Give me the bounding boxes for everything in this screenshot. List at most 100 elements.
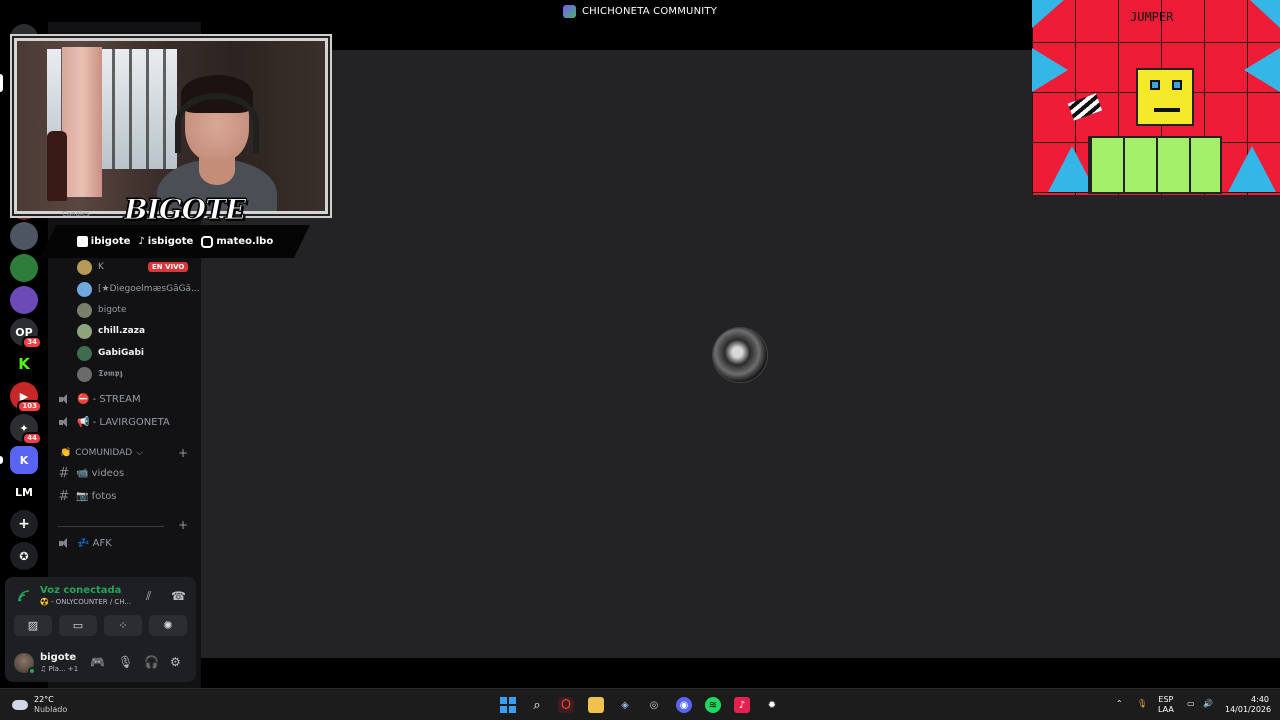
spotify-icon[interactable]: ≋ <box>705 697 721 713</box>
voice-channel-path[interactable]: ☢️ - ONLYCOUNTER / CH... <box>40 598 131 606</box>
server-icon-game[interactable]: ✦ 44 <box>10 414 42 445</box>
social-instagram: mateo.lbo <box>201 235 274 248</box>
webcam-curtain <box>62 47 102 197</box>
hash-icon: # <box>58 489 70 504</box>
social-kick: ibigote <box>76 236 131 247</box>
add-channel-icon[interactable]: + <box>178 446 188 460</box>
activities-button[interactable]: ⁘ <box>104 615 142 636</box>
tiktok-live-icon[interactable]: ♪ <box>734 697 750 713</box>
discover-icon[interactable]: ✪ <box>10 542 38 570</box>
camera-button[interactable]: ▨ <box>14 615 52 636</box>
user-name: GabiGabi <box>98 348 144 358</box>
kick-icon <box>76 236 88 247</box>
spike-icon <box>1032 48 1068 92</box>
server-icon-6[interactable] <box>10 222 38 250</box>
microphone-icon[interactable]: 🎙 <box>118 655 133 669</box>
input-language[interactable]: ESP LAA <box>1158 695 1174 715</box>
social-handle: mateo.lbo <box>216 236 274 247</box>
opera-gx-icon[interactable]: O <box>558 697 574 713</box>
weather-widget[interactable]: 22°C Nublado <box>12 695 67 715</box>
kick-server-icon[interactable]: K <box>10 350 38 378</box>
voice-user[interactable]: chill.zaza <box>77 322 145 340</box>
user-name: [★DiegoelmæsGãGã... <box>98 284 200 294</box>
game-title: JUMPER <box>1130 10 1174 24</box>
soundboard-button[interactable]: ✺ <box>149 615 187 636</box>
windows-start-icon[interactable] <box>500 697 516 713</box>
signal-icon[interactable] <box>17 589 31 603</box>
channels-label: Canales <box>62 210 90 218</box>
voice-user[interactable]: [★DiegoelmæsGãGã... <box>77 280 200 298</box>
system-clock[interactable]: 4:40 14/01/2026 <box>1225 695 1271 715</box>
webcam-overlay <box>14 38 328 214</box>
disconnect-icon[interactable]: ☎ <box>171 589 186 603</box>
screen-share-button[interactable]: ▭ <box>59 615 97 636</box>
user-name: 𝕿𝖔𝖒𝖕𝖟 <box>98 369 123 379</box>
server-icon-red[interactable]: ▶ 103 <box>10 382 42 413</box>
stream-logo: BIGOTE <box>123 193 246 227</box>
voice-connection-panel: Voz conectada ☢️ - ONLYCOUNTER / CH... ⫽… <box>5 577 196 682</box>
tray-overflow-icon[interactable]: ⌃ <box>1116 699 1123 709</box>
microphone-in-use-icon[interactable]: 🎙 <box>1137 699 1147 709</box>
voice-user[interactable]: bigote <box>77 301 127 319</box>
user-name: bigote <box>98 305 127 315</box>
server-icon-8[interactable] <box>10 286 38 314</box>
text-channel-videos[interactable]: # 📹 videos <box>58 466 125 481</box>
screen: CHICHONETA COMMUNITY ◆ OP 34 K ▶ 103 ✦ 4… <box>0 0 1280 720</box>
green-platform <box>1088 136 1222 194</box>
noise-suppression-icon[interactable]: ⫽ <box>146 589 151 604</box>
clock-time: 4:40 <box>1251 695 1269 704</box>
social-handles-bar: ibigote ♪ isbigote mateo.lbo <box>40 225 310 258</box>
search-icon[interactable]: ⌕ <box>529 697 545 713</box>
social-handle: isbigote <box>147 236 194 247</box>
player-eye <box>1150 80 1160 90</box>
voice-user[interactable]: K <box>77 258 104 276</box>
active-server-pill <box>0 74 3 92</box>
steam-icon[interactable]: ◈ <box>617 697 633 713</box>
speaker-icon <box>58 538 71 549</box>
user-name: chill.zaza <box>98 326 146 336</box>
add-server-icon[interactable]: + <box>10 510 38 538</box>
category-divider <box>58 526 164 527</box>
add-channel-icon[interactable]: + <box>178 518 188 532</box>
user-activity: ♫ Pla... +1 <box>40 665 79 673</box>
gamepad-icon[interactable]: 🎮 <box>90 655 105 669</box>
file-explorer-icon[interactable] <box>588 697 604 713</box>
unread-pill <box>0 456 3 464</box>
user-name[interactable]: bigote <box>40 652 76 663</box>
user-avatar <box>77 323 92 339</box>
headset-icon <box>175 93 259 153</box>
temperature: 22°C <box>34 695 54 704</box>
voice-channel-lavirgoneta[interactable]: 📢 - LAVIRGONETA <box>58 417 170 428</box>
server-icon-k[interactable]: K <box>10 446 38 474</box>
headphones-icon[interactable]: 🎧 <box>144 655 159 669</box>
voice-status-title[interactable]: Voz conectada <box>40 585 121 596</box>
volume-icon[interactable]: 🔊 <box>1203 699 1213 709</box>
server-icon-op[interactable]: OP 34 <box>10 318 42 349</box>
text-channel-fotos[interactable]: # 📷 fotos <box>58 489 117 504</box>
obs-icon[interactable]: ◎ <box>646 697 662 713</box>
settings-gear-icon[interactable]: ⚙ <box>170 655 181 669</box>
window-title: CHICHONETA COMMUNITY <box>581 5 718 17</box>
server-icon-7[interactable] <box>10 254 38 282</box>
voice-user[interactable]: GabiGabi <box>77 344 144 362</box>
channel-name: 📹 videos <box>76 468 125 479</box>
player-mouth <box>1154 108 1180 112</box>
user-name: K <box>98 262 104 272</box>
social-handle: ibigote <box>90 236 131 247</box>
server-icon-lm[interactable]: LM <box>10 478 38 506</box>
category-comunidad[interactable]: 👏 COMUNIDAD ⌵ <box>60 448 143 458</box>
mention-badge: 103 <box>17 400 42 413</box>
participant-avatar[interactable] <box>713 328 767 382</box>
game-window[interactable]: JUMPER <box>1032 0 1280 195</box>
voice-user[interactable]: 𝕿𝖔𝖒𝖕𝖟 <box>77 365 123 383</box>
discord-icon[interactable]: ◉ <box>676 697 692 713</box>
online-status-icon <box>28 667 36 675</box>
steelseries-icon[interactable]: ✹ <box>764 697 780 713</box>
voice-channel-afk[interactable]: 💤 AFK <box>58 538 112 549</box>
user-avatar <box>77 259 92 275</box>
network-icon[interactable]: ▭ <box>1187 699 1195 709</box>
user-avatar <box>77 345 92 361</box>
spike-icon <box>1228 146 1276 192</box>
voice-channel-stream[interactable]: ⛔ - STREAM <box>58 394 141 405</box>
taskbar: 22°C Nublado ⌕ O ◈ ◎ ◉ ≋ ♪ ✹ ⌃ 🎙 ESP LAA… <box>0 688 1280 720</box>
